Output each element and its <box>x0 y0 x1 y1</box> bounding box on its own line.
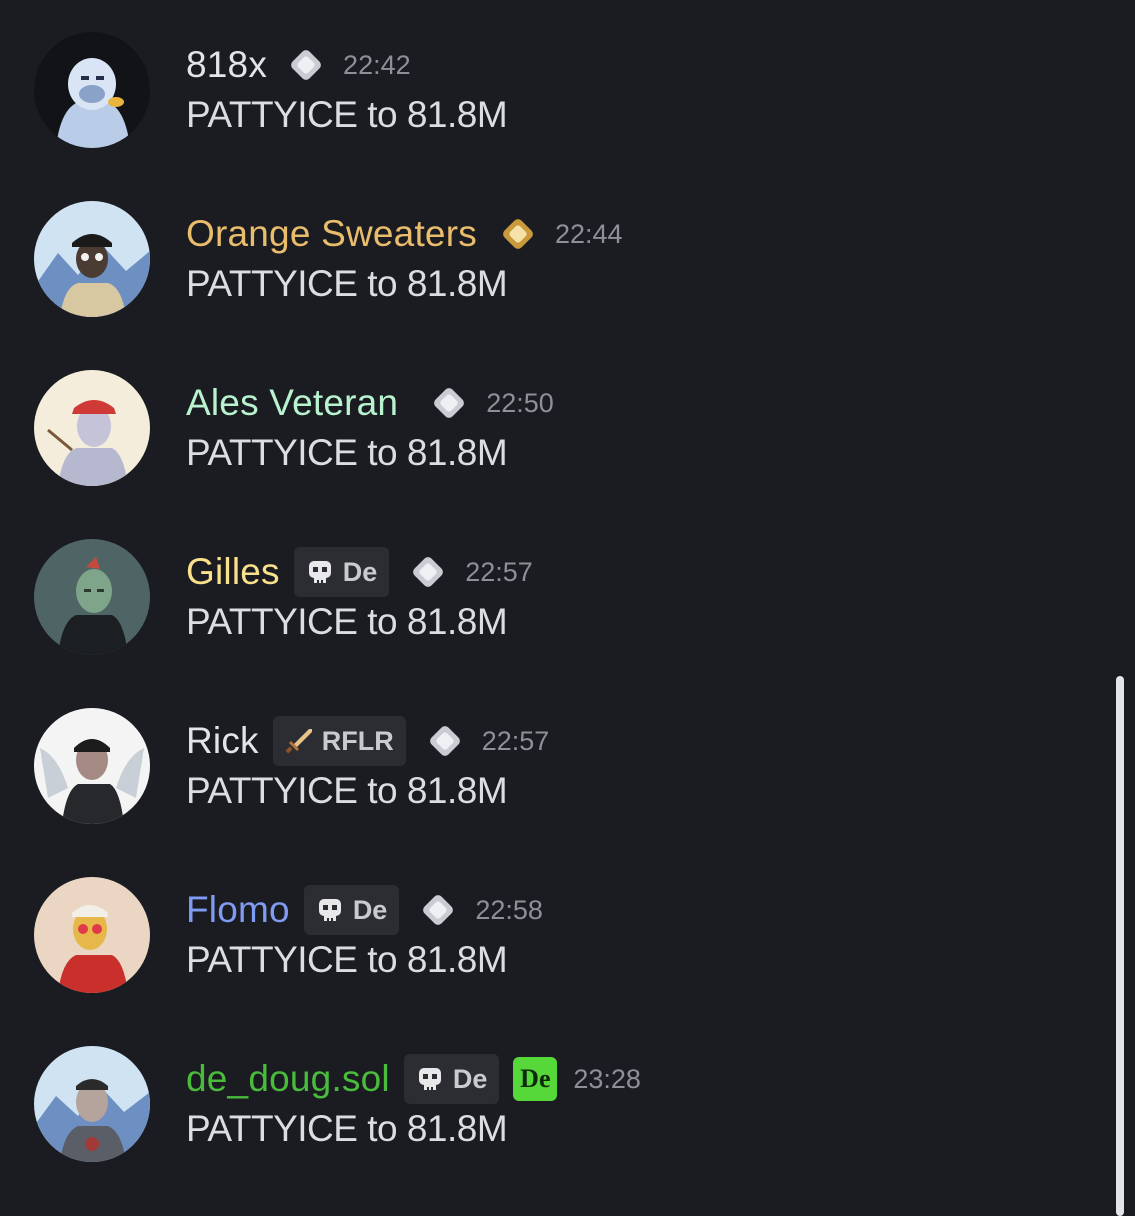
timestamp: 22:58 <box>475 894 543 925</box>
username[interactable]: Rick <box>186 720 259 762</box>
username[interactable]: de_doug.sol <box>186 1058 390 1100</box>
scrollbar-thumb[interactable] <box>1116 676 1124 1216</box>
message-header: 818x 22:42 <box>186 40 411 90</box>
message-list: 818x 22:42 PATTYICE to 81.8M Orange Swea… <box>0 0 1135 1200</box>
silver-diamond-icon[interactable] <box>420 716 470 766</box>
skull-icon <box>318 899 341 921</box>
skull-icon <box>308 561 331 583</box>
role-tag[interactable]: De <box>303 885 400 935</box>
message-header: Rick RFLR 22:57 <box>186 716 549 766</box>
sword-icon <box>285 729 312 754</box>
message-item: Orange Sweaters 22:44 PATTYICE to 81.8M <box>0 201 1100 351</box>
mountain-character-avatar-icon <box>34 1046 150 1162</box>
gold-diamond-icon[interactable] <box>493 209 543 259</box>
username[interactable]: Flomo <box>186 889 290 931</box>
message-text: PATTYICE to 81.8M <box>186 263 508 304</box>
timestamp: 22:57 <box>481 725 550 756</box>
message-item: 818x 22:42 PATTYICE to 81.8M <box>0 32 1100 182</box>
message-header: de_doug.sol De De 23:28 <box>186 1054 641 1104</box>
silver-diamond-icon[interactable] <box>424 378 474 428</box>
message-text: PATTYICE to 81.8M <box>186 939 508 980</box>
green-zombie-avatar-icon <box>34 539 150 655</box>
role-tag-label: De <box>352 894 388 925</box>
message-item: Flomo De 22:58 PATTYICE to 81.8M <box>0 877 1100 1027</box>
timestamp: 22:44 <box>554 218 623 249</box>
winged-character-avatar-icon <box>34 708 150 824</box>
username[interactable]: Ales Veteran <box>186 382 398 424</box>
user-avatar[interactable] <box>34 539 150 655</box>
silver-diamond-icon[interactable] <box>413 885 463 935</box>
mountain-character-avatar-icon <box>34 201 150 317</box>
message-item: Gilles De 22:57 PATTYICE to 81.8M <box>0 539 1100 689</box>
role-tag[interactable]: RFLR <box>272 716 406 766</box>
user-avatar[interactable] <box>34 877 150 993</box>
role-tag-label: De <box>342 556 378 587</box>
username[interactable]: Gilles <box>186 551 280 593</box>
message-text: PATTYICE to 81.8M <box>186 1108 508 1149</box>
message-text: PATTYICE to 81.8M <box>186 601 508 642</box>
silver-diamond-icon[interactable] <box>403 547 453 597</box>
message-text: PATTYICE to 81.8M <box>186 94 508 135</box>
user-avatar[interactable] <box>34 32 150 148</box>
message-text: PATTYICE to 81.8M <box>186 770 508 811</box>
username[interactable]: Orange Sweaters <box>186 213 477 255</box>
role-tag-label: RFLR <box>321 725 394 756</box>
message-header: Gilles De 22:57 <box>186 547 533 597</box>
red-cap-character-avatar-icon <box>34 370 150 486</box>
user-avatar[interactable] <box>34 201 150 317</box>
user-avatar[interactable] <box>34 370 150 486</box>
de-logo-badge[interactable]: De <box>513 1057 558 1101</box>
message-header: Flomo De 22:58 <box>186 885 543 935</box>
message-header: Ales Veteran 22:50 <box>186 378 554 428</box>
user-avatar[interactable] <box>34 708 150 824</box>
yellow-character-avatar-icon <box>34 877 150 993</box>
message-item: Rick RFLR 22:57 PATTYICE to 81.8M <box>0 708 1100 858</box>
role-tag[interactable]: De <box>403 1054 500 1104</box>
skull-icon <box>418 1068 441 1090</box>
message-text: PATTYICE to 81.8M <box>186 432 508 473</box>
role-tag-label: De <box>452 1063 488 1094</box>
role-tag[interactable]: De <box>293 547 390 597</box>
username[interactable]: 818x <box>186 44 267 86</box>
message-item: Ales Veteran 22:50 PATTYICE to 81.8M <box>0 370 1100 520</box>
timestamp: 22:57 <box>465 556 533 587</box>
user-avatar[interactable] <box>34 1046 150 1162</box>
timestamp: 22:42 <box>343 49 411 80</box>
timestamp: 22:50 <box>486 387 554 418</box>
gorilla-avatar-icon <box>34 32 150 148</box>
message-header: Orange Sweaters 22:44 <box>186 209 623 259</box>
silver-diamond-icon[interactable] <box>281 40 331 90</box>
message-item: de_doug.sol De De 23:28 PATTYICE to 81.8… <box>0 1046 1100 1196</box>
timestamp: 23:28 <box>573 1063 641 1094</box>
